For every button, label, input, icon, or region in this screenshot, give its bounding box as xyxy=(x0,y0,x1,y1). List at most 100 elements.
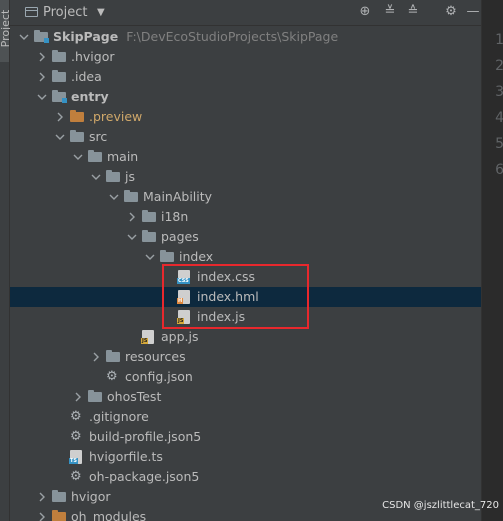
tree-item-label: hvigorfile.ts xyxy=(89,449,163,464)
tree-item-label: js xyxy=(125,169,135,184)
chevron-right-icon[interactable] xyxy=(126,211,138,223)
project-tool-tab[interactable]: Project xyxy=(0,0,12,62)
chevron-down-icon[interactable] xyxy=(108,191,120,203)
tree-item-name: SkipPage xyxy=(53,29,119,44)
tree-row[interactable]: ⚙ build-profile.json5 xyxy=(10,427,481,447)
tree-row[interactable]: js xyxy=(10,167,481,187)
line-number: 1 xyxy=(495,32,503,48)
chevron-down-icon[interactable] xyxy=(126,231,138,243)
hide-panel-icon[interactable]: — xyxy=(465,4,481,20)
tree-row[interactable]: resources xyxy=(10,347,481,367)
tree-item-name: .gitignore xyxy=(89,409,149,424)
editor-gutter: 1 2 3 4 5 6 xyxy=(481,0,503,521)
tree-item-name: i18n xyxy=(161,209,189,224)
chevron-down-icon[interactable] xyxy=(72,151,84,163)
tree-row[interactable]: pages xyxy=(10,227,481,247)
tree-item-name: resources xyxy=(125,349,186,364)
chevron-down-icon[interactable] xyxy=(54,131,66,143)
tree-row[interactable]: .hvigor xyxy=(10,47,481,67)
gear-icon[interactable]: ⚙ xyxy=(443,4,459,20)
tree-row[interactable]: ⚙ oh-package.json5 xyxy=(10,467,481,487)
tree-item-label: oh-package.json5 xyxy=(89,469,199,484)
folder-icon xyxy=(52,90,67,103)
folder-icon xyxy=(160,250,174,262)
folder-icon xyxy=(142,230,156,242)
tree-item-name: ohosTest xyxy=(107,389,162,404)
chevron-right-icon[interactable] xyxy=(72,391,84,403)
tree-row[interactable]: ⚙ .gitignore xyxy=(10,407,481,427)
chevron-right-icon[interactable] xyxy=(36,511,48,521)
line-number: 2 xyxy=(495,58,503,74)
file-type-badge: JS xyxy=(141,338,149,344)
folder-icon xyxy=(106,170,120,182)
chevron-right-icon[interactable] xyxy=(36,51,48,63)
tree-row[interactable]: JS app.js xyxy=(10,327,481,347)
tree-item-name: pages xyxy=(161,229,199,244)
chevron-right-icon[interactable] xyxy=(54,111,66,123)
chevron-right-icon[interactable] xyxy=(36,491,48,503)
tree-item-label: hvigor xyxy=(71,489,111,504)
config-file-icon: ⚙ xyxy=(70,409,82,424)
folder-icon xyxy=(52,70,66,82)
locate-file-icon[interactable]: ⊕ xyxy=(357,4,373,20)
tree-item-name: .hvigor xyxy=(71,49,115,64)
tree-item-name: build-profile.json5 xyxy=(89,429,202,444)
tree-item-name: js xyxy=(125,169,135,184)
tree-row[interactable]: entry xyxy=(10,87,481,107)
tree-item-label: build-profile.json5 xyxy=(89,429,201,444)
tree-row[interactable]: SkipPage F:\DevEcoStudioProjects\SkipPage xyxy=(10,27,481,47)
tree-row[interactable]: MainAbility xyxy=(10,187,481,207)
tree-row[interactable]: src xyxy=(10,127,481,147)
tree-row[interactable]: TS hvigorfile.ts xyxy=(10,447,481,467)
tree-item-label: .gitignore xyxy=(89,409,149,424)
tree-item-label: entry xyxy=(71,89,109,104)
tree-row[interactable]: .idea xyxy=(10,67,481,87)
folder-icon xyxy=(34,30,49,43)
tree-item-name: hvigorfile.ts xyxy=(89,449,163,464)
ide-window: Project Project ▼ ⊕ ≚ ≙ ⚙ — SkipPage F:\D… xyxy=(0,0,503,521)
js-file-icon: JS xyxy=(141,330,154,344)
tree-item-label: app.js xyxy=(161,329,199,344)
project-view-icon xyxy=(25,7,38,17)
chevron-down-icon[interactable] xyxy=(90,171,102,183)
expand-all-icon[interactable]: ≚ xyxy=(382,4,398,20)
tree-item-label: index xyxy=(179,249,213,264)
chevron-down-icon[interactable]: ▼ xyxy=(97,7,105,18)
tree-row[interactable]: main xyxy=(10,147,481,167)
config-file-icon: ⚙ xyxy=(70,469,82,484)
tree-item-label: main xyxy=(107,149,138,164)
tree-row[interactable]: ⚙ config.json xyxy=(10,367,481,387)
tree-item-name: config.json xyxy=(125,369,193,384)
tree-item-label: resources xyxy=(125,349,186,364)
tree-item-label: .hvigor xyxy=(71,49,115,64)
project-view-selector[interactable]: Project xyxy=(43,5,87,20)
tree-row[interactable]: ohosTest xyxy=(10,387,481,407)
watermark: CSDN @jszlittlecat_720 xyxy=(382,500,499,511)
chevron-right-icon[interactable] xyxy=(36,71,48,83)
chevron-down-icon[interactable] xyxy=(36,91,48,103)
line-number: 4 xyxy=(495,110,503,126)
tree-row[interactable]: .preview xyxy=(10,107,481,127)
tree-item-label: src xyxy=(89,129,107,144)
folder-icon xyxy=(70,110,84,122)
folder-icon xyxy=(52,490,66,502)
tree-row[interactable]: i18n xyxy=(10,207,481,227)
tree-item-name: oh_modules xyxy=(71,509,147,521)
folder-icon xyxy=(52,50,66,62)
chevron-down-icon[interactable] xyxy=(144,251,156,263)
tree-item-name: .preview xyxy=(89,109,143,124)
chevron-right-icon[interactable] xyxy=(90,351,102,363)
folder-icon xyxy=(52,510,66,521)
folder-icon xyxy=(106,350,120,362)
folder-icon xyxy=(88,150,102,162)
project-panel: Project ▼ ⊕ ≚ ≙ ⚙ — SkipPage F:\DevEcoStu… xyxy=(10,0,481,521)
tree-item-name: src xyxy=(89,129,108,144)
tree-item-label: config.json xyxy=(125,369,193,384)
project-path: F:\DevEcoStudioProjects\SkipPage xyxy=(126,29,339,44)
tree-item-label: .preview xyxy=(89,109,142,124)
line-number: 3 xyxy=(495,84,503,100)
project-panel-header: Project ▼ ⊕ ≚ ≙ ⚙ — xyxy=(10,0,481,26)
folder-icon xyxy=(88,390,102,402)
chevron-down-icon[interactable] xyxy=(18,31,30,43)
collapse-all-icon[interactable]: ≙ xyxy=(405,4,421,20)
